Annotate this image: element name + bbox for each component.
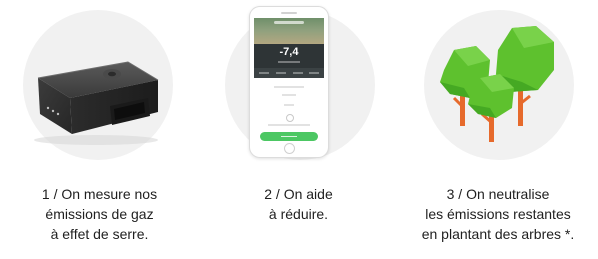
phone-speaker [281,12,297,14]
app-action-button [260,132,318,141]
caption-line: à effet de serre. [50,226,149,242]
step-caption: 3 / On neutralise les émissions restante… [398,184,598,244]
app-indicator [286,114,294,122]
app-hero-image [254,18,324,44]
app-score-panel: -7,4 [254,44,324,68]
steps-section: 1 / On mesure nos émissions de gaz à eff… [0,0,598,259]
step-offset: 3 / On neutralise les émissions restante… [398,0,598,259]
caption-line: émissions de gaz [45,206,154,222]
app-score-value: -7,4 [279,46,299,58]
caption-line: à réduire. [268,206,329,222]
trees-icon [440,26,554,142]
step-caption: 2 / On aide à réduire. [199,184,398,224]
app-screen: -7,4 [254,18,324,145]
caption-line: 1 / On mesure nos [41,186,158,202]
caption-line: 3 / On neutralise [446,186,550,202]
caption-line: 2 / On aide [264,186,333,202]
step-reduce: -7,4 2 / On aide à réduire. [199,0,398,259]
step-caption: 1 / On mesure nos émissions de gaz à eff… [0,184,199,244]
caption-line: en plantant des arbres *. [421,226,575,242]
app-stats-bar [254,68,324,78]
phone-home-button [284,143,295,154]
smartphone-icon: -7,4 [249,6,329,158]
obd-tracker-icon [34,61,159,145]
caption-line: les émissions restantes [425,206,571,222]
step-measure: 1 / On mesure nos émissions de gaz à eff… [0,0,199,259]
